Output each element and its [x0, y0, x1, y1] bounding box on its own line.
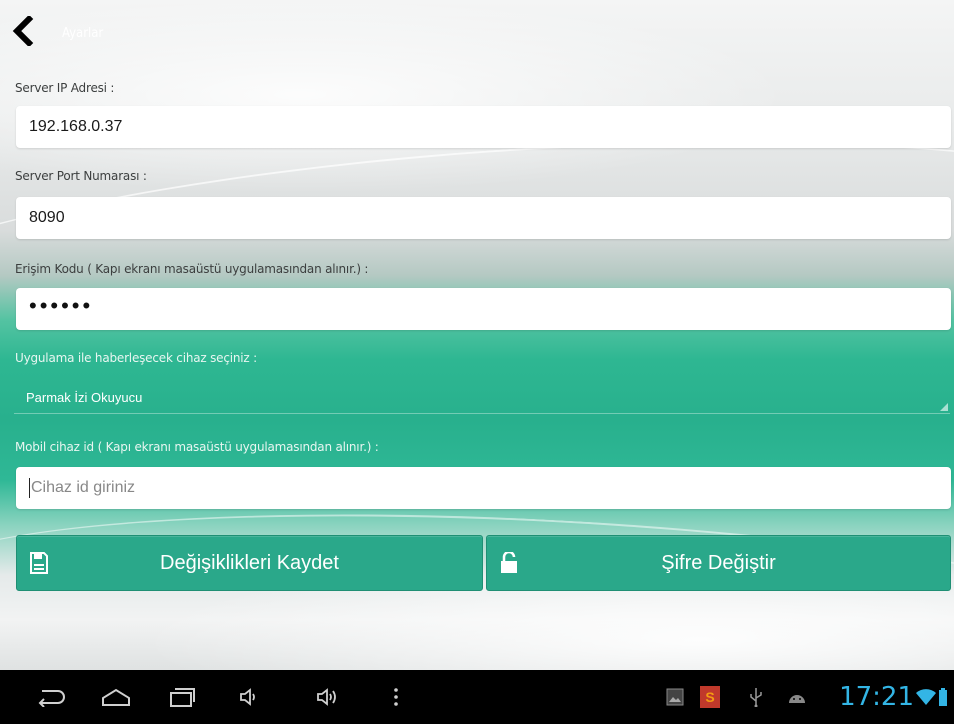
chevron-left-icon: [12, 16, 34, 46]
mobile-device-id-placeholder: Cihaz id giriniz: [31, 479, 136, 496]
device-select-label: Uygulama ile haberleşecek cihaz seçiniz …: [15, 351, 257, 365]
settings-screen: Ayarlar Server IP Adresi : 192.168.0.37 …: [0, 0, 954, 670]
dropdown-corner-icon: [940, 403, 948, 411]
volume-down-button[interactable]: [232, 670, 266, 724]
server-port-label: Server Port Numarası :: [15, 169, 147, 183]
android-icon: [789, 695, 805, 703]
back-arrow-icon: [38, 690, 65, 707]
mobile-device-id-label: Mobil cihaz id ( Kapı ekranı masaüstü uy…: [15, 440, 379, 454]
access-code-input[interactable]: ••••••: [16, 288, 951, 330]
s-app-icon: S: [700, 686, 720, 708]
server-ip-value: 192.168.0.37: [29, 118, 123, 135]
image-icon: [666, 688, 684, 706]
change-password-button[interactable]: Şifre Değiştir: [486, 535, 951, 591]
home-icon: [102, 688, 130, 706]
server-ip-label: Server IP Adresi :: [15, 81, 115, 95]
debug-notification: [786, 670, 808, 724]
save-changes-button[interactable]: Değişiklikleri Kaydet: [16, 535, 483, 591]
access-code-label: Erişim Kodu ( Kapı ekranı masaüstü uygul…: [15, 262, 369, 276]
volume-up-button[interactable]: [310, 670, 346, 724]
volume-down-icon: [240, 688, 255, 706]
server-ip-input[interactable]: 192.168.0.37: [16, 106, 951, 148]
server-port-input[interactable]: 8090: [16, 197, 951, 239]
home-nav-button[interactable]: [96, 670, 136, 724]
wifi-status: [915, 670, 937, 724]
access-code-value: ••••••: [29, 293, 94, 318]
recent-apps-icon: [170, 688, 195, 707]
text-cursor: [29, 478, 30, 498]
usb-icon: [750, 688, 762, 707]
wifi-icon: [916, 689, 936, 705]
status-clock: 17:21: [839, 682, 914, 712]
device-select[interactable]: Parmak İzi Okuyucu: [14, 382, 950, 414]
battery-icon: [939, 688, 947, 706]
device-select-value: Parmak İzi Okuyucu: [26, 390, 143, 405]
page-title: Ayarlar: [62, 26, 104, 41]
svg-text:S: S: [705, 689, 714, 705]
back-button[interactable]: [10, 14, 36, 48]
recent-apps-button[interactable]: [162, 670, 202, 724]
action-bar: Ayarlar: [0, 0, 954, 62]
battery-status: [937, 670, 949, 724]
lock-icon: [501, 552, 517, 573]
save-changes-label: Değişiklikleri Kaydet: [160, 551, 339, 574]
usb-notification: [746, 670, 766, 724]
change-password-label: Şifre Değiştir: [661, 551, 776, 574]
system-navigation-bar: S 17:21: [0, 670, 954, 724]
app-notification: S: [698, 670, 722, 724]
server-port-value: 8090: [29, 209, 65, 226]
back-nav-button[interactable]: [28, 670, 72, 724]
volume-up-icon: [317, 688, 336, 706]
mobile-device-id-input[interactable]: Cihaz id giriniz: [16, 467, 951, 509]
gallery-notification: [664, 670, 686, 724]
overflow-menu-icon: [394, 688, 398, 706]
floppy-disk-icon: [30, 552, 48, 574]
overflow-menu-button[interactable]: [388, 670, 404, 724]
